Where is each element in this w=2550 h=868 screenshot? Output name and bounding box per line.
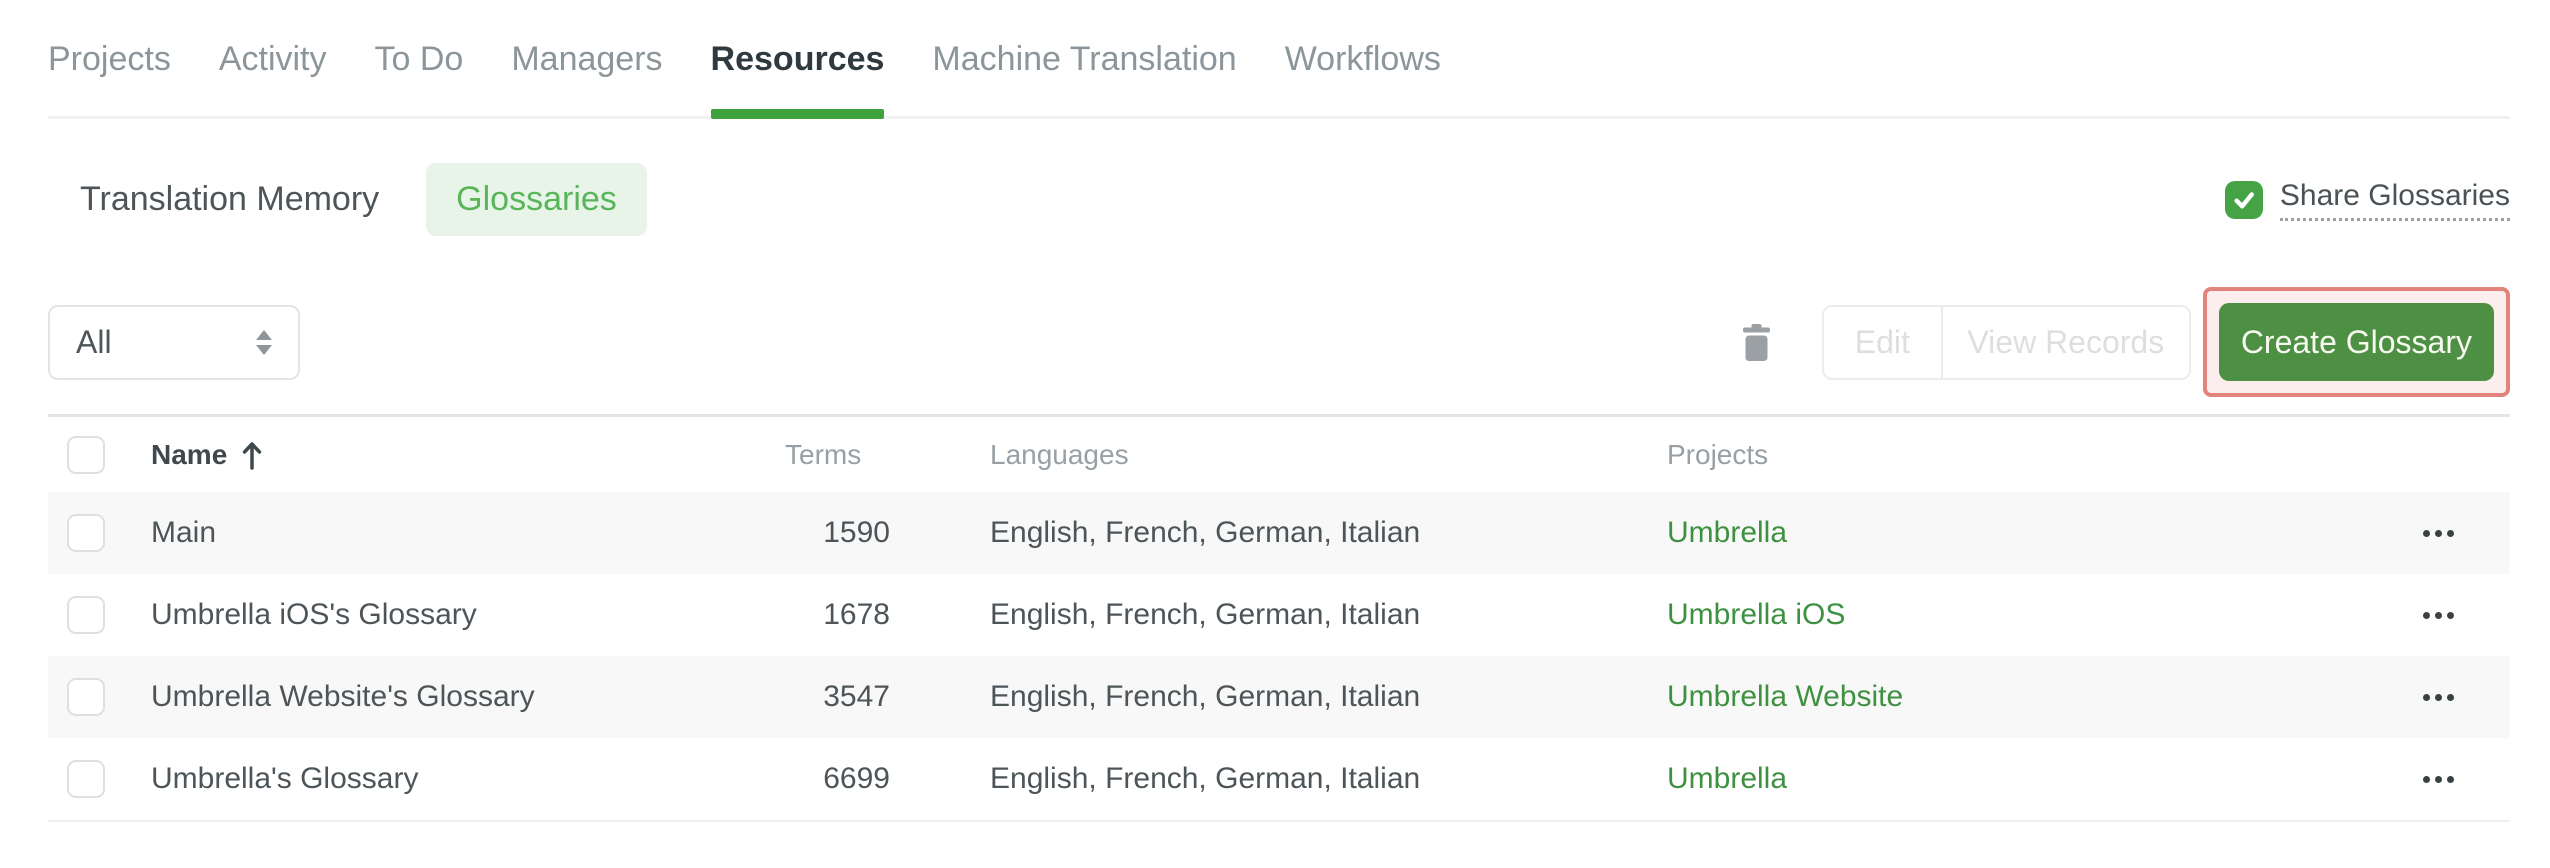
- row-menu-button[interactable]: [2419, 688, 2458, 707]
- create-glossary-highlight: Create Glossary: [2202, 287, 2510, 397]
- glossary-name: Main: [151, 516, 217, 549]
- row-checkbox[interactable]: [67, 514, 105, 552]
- up-down-caret-icon: [256, 329, 272, 355]
- row-checkbox[interactable]: [67, 678, 105, 716]
- select-all-checkbox[interactable]: [67, 435, 105, 474]
- create-glossary-button[interactable]: Create Glossary: [2218, 303, 2494, 381]
- table-row: Main 1590 English, French, German, Itali…: [48, 492, 2510, 574]
- selection-actions-group: Edit View Records: [1821, 304, 2191, 380]
- project-link[interactable]: Umbrella: [1667, 516, 1787, 549]
- table-row: Umbrella Website's Glossary 3547 English…: [48, 656, 2510, 738]
- glossary-terms-count: 1590: [823, 516, 890, 549]
- view-records-button[interactable]: View Records: [1943, 307, 2189, 378]
- glossary-filter-dropdown[interactable]: All: [48, 304, 300, 380]
- glossary-languages: English, French, German, Italian: [990, 680, 1421, 713]
- column-header-name[interactable]: Name: [151, 439, 737, 471]
- delete-glossary-button[interactable]: [1742, 323, 1770, 361]
- glossaries-page: Projects Activity To Do Managers Resourc…: [0, 0, 2550, 868]
- glossary-name: Umbrella Website's Glossary: [151, 680, 535, 713]
- glossary-terms-count: 6699: [823, 762, 890, 795]
- column-header-terms: Terms: [785, 438, 862, 470]
- row-menu-button[interactable]: [2419, 770, 2458, 789]
- resources-subnav: Translation Memory Glossaries Share Glos…: [48, 163, 2510, 236]
- glossaries-toolbar: All Edit View Records Create Glossary: [48, 287, 2510, 397]
- name-header-label: Name: [151, 438, 228, 470]
- share-glossaries-checkbox[interactable]: [2224, 180, 2263, 219]
- glossary-name: Umbrella iOS's Glossary: [151, 598, 477, 631]
- glossary-terms-count: 3547: [823, 680, 890, 713]
- edit-button[interactable]: Edit: [1824, 306, 1943, 378]
- toolbar-actions: Edit View Records Create Glossary: [1742, 287, 2510, 397]
- glossary-filter-value: All: [76, 323, 112, 360]
- glossaries-table: Name Terms Languages Projects Main 1590 …: [48, 417, 2510, 822]
- trash-icon: [1742, 323, 1770, 361]
- tab-machine-translation[interactable]: Machine Translation: [932, 0, 1236, 116]
- table-row: Umbrella iOS's Glossary 1678 English, Fr…: [48, 574, 2510, 656]
- row-checkbox[interactable]: [67, 596, 105, 634]
- column-header-languages: Languages: [990, 438, 1129, 470]
- subtab-translation-memory[interactable]: Translation Memory: [48, 163, 411, 236]
- main-nav: Projects Activity To Do Managers Resourc…: [48, 0, 2510, 119]
- tab-projects[interactable]: Projects: [48, 0, 171, 116]
- project-link[interactable]: Umbrella Website: [1667, 680, 1903, 713]
- glossary-terms-count: 1678: [823, 598, 890, 631]
- table-row: Umbrella's Glossary 6699 English, French…: [48, 738, 2510, 820]
- row-menu-button[interactable]: [2419, 524, 2458, 543]
- tab-workflows[interactable]: Workflows: [1285, 0, 1441, 116]
- row-checkbox[interactable]: [67, 760, 105, 798]
- subtab-glossaries[interactable]: Glossaries: [426, 163, 647, 236]
- column-header-projects: Projects: [1667, 438, 1769, 470]
- row-menu-button[interactable]: [2419, 606, 2458, 625]
- arrow-up-icon: [243, 441, 262, 470]
- share-glossaries-label[interactable]: Share Glossaries: [2279, 179, 2510, 221]
- tab-resources[interactable]: Resources: [710, 0, 884, 119]
- table-header-row: Name Terms Languages Projects: [48, 417, 2510, 492]
- glossary-name: Umbrella's Glossary: [151, 762, 419, 795]
- glossary-languages: English, French, German, Italian: [990, 762, 1421, 795]
- tab-todo[interactable]: To Do: [375, 0, 464, 116]
- project-link[interactable]: Umbrella: [1667, 762, 1787, 795]
- tab-activity[interactable]: Activity: [219, 0, 327, 116]
- glossary-languages: English, French, German, Italian: [990, 516, 1421, 549]
- header-checkbox-cell: [48, 435, 151, 474]
- project-link[interactable]: Umbrella iOS: [1667, 598, 1845, 631]
- glossary-languages: English, French, German, Italian: [990, 598, 1421, 631]
- tab-managers[interactable]: Managers: [511, 0, 662, 116]
- checkmark-icon: [2234, 191, 2254, 208]
- share-glossaries-toggle[interactable]: Share Glossaries: [2224, 179, 2510, 221]
